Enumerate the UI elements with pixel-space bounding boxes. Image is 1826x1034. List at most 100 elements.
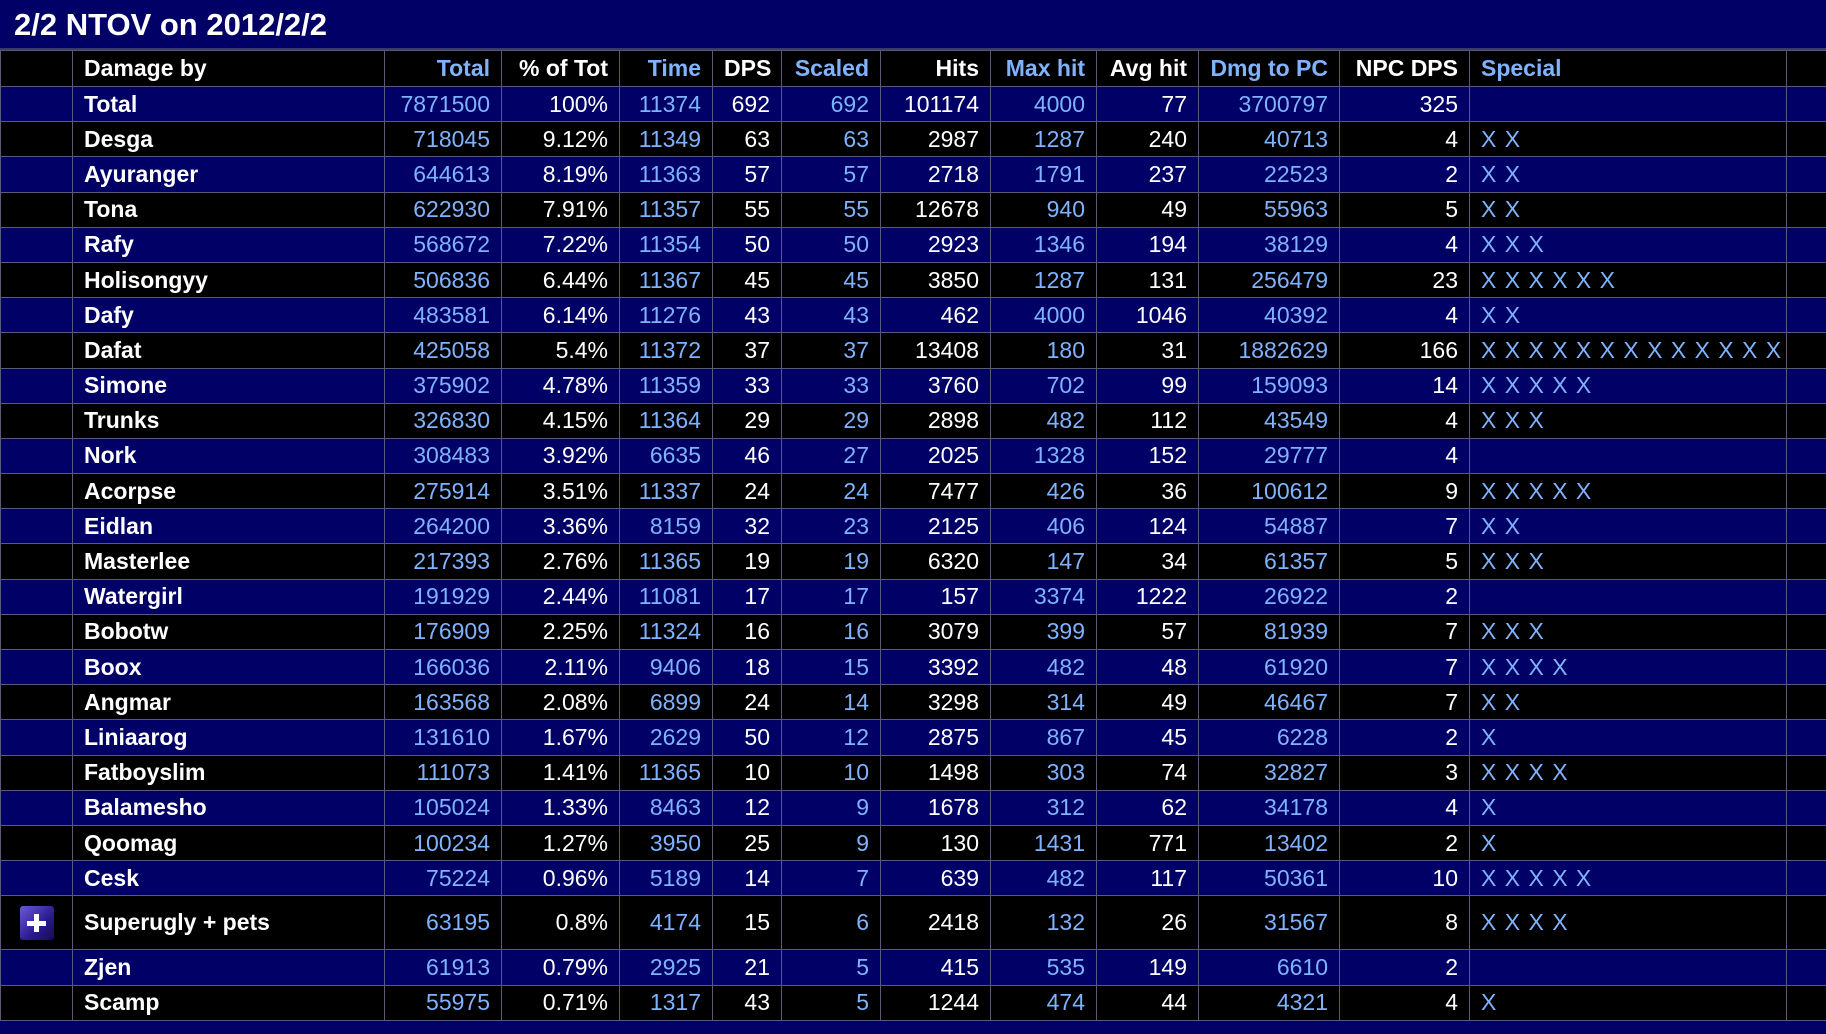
cell-time[interactable]: 11357	[619, 191, 713, 228]
cell-dmg-to-pc[interactable]: 3700797	[1198, 85, 1340, 123]
cell-scaled[interactable]: 63	[781, 121, 881, 158]
cell-time[interactable]: 11365	[619, 543, 713, 580]
cell-dmg-to-pc[interactable]: 61357	[1198, 543, 1340, 580]
cell-time[interactable]: 11276	[619, 297, 713, 334]
cell-max-hit[interactable]: 474	[990, 984, 1097, 1021]
cell-scaled[interactable]: 692	[781, 85, 881, 123]
cell-max-hit[interactable]: 4000	[990, 85, 1097, 123]
cell-total[interactable]: 163568	[384, 684, 502, 721]
cell-time[interactable]: 11372	[619, 332, 713, 369]
cell-special[interactable]: X	[1469, 824, 1787, 862]
cell-time[interactable]: 8159	[619, 508, 713, 545]
cell-special[interactable]: X X X	[1469, 226, 1787, 263]
cell-special[interactable]	[1469, 85, 1787, 123]
cell-max-hit[interactable]: 482	[990, 402, 1097, 439]
cell-total[interactable]: 131610	[384, 719, 502, 756]
cell-total[interactable]: 111073	[384, 754, 502, 791]
cell-special[interactable]: X X	[1469, 156, 1787, 193]
cell-total[interactable]: 622930	[384, 191, 502, 228]
cell-dmg-to-pc[interactable]: 29777	[1198, 437, 1340, 475]
cell-time[interactable]: 11363	[619, 156, 713, 193]
cell-time[interactable]: 11359	[619, 367, 713, 404]
cell-special[interactable]: X X	[1469, 297, 1787, 334]
cell-max-hit[interactable]: 1328	[990, 437, 1097, 475]
cell-max-hit[interactable]: 132	[990, 895, 1097, 951]
cell-max-hit[interactable]: 4000	[990, 297, 1097, 334]
cell-max-hit[interactable]: 303	[990, 754, 1097, 791]
cell-total[interactable]: 326830	[384, 402, 502, 439]
header-max-hit[interactable]: Max hit	[990, 50, 1097, 87]
cell-scaled[interactable]: 43	[781, 297, 881, 334]
row-expand-cell[interactable]	[0, 895, 73, 951]
cell-total[interactable]: 264200	[384, 508, 502, 545]
cell-dmg-to-pc[interactable]: 54887	[1198, 508, 1340, 545]
cell-total[interactable]: 568672	[384, 226, 502, 263]
cell-scaled[interactable]: 33	[781, 367, 881, 404]
cell-dmg-to-pc[interactable]: 1882629	[1198, 332, 1340, 369]
plus-expand-icon[interactable]	[19, 905, 54, 940]
cell-time[interactable]: 5189	[619, 860, 713, 897]
cell-max-hit[interactable]: 426	[990, 473, 1097, 510]
cell-max-hit[interactable]: 3374	[990, 578, 1097, 615]
cell-time[interactable]: 11349	[619, 121, 713, 158]
cell-scaled[interactable]: 16	[781, 613, 881, 651]
cell-dmg-to-pc[interactable]: 81939	[1198, 613, 1340, 651]
cell-dmg-to-pc[interactable]: 43549	[1198, 402, 1340, 439]
cell-time[interactable]: 11364	[619, 402, 713, 439]
header-time[interactable]: Time	[619, 50, 713, 87]
cell-total[interactable]: 217393	[384, 543, 502, 580]
cell-special[interactable]: X	[1469, 789, 1787, 826]
cell-dmg-to-pc[interactable]: 32827	[1198, 754, 1340, 791]
cell-time[interactable]: 11354	[619, 226, 713, 263]
header-special[interactable]: Special	[1469, 50, 1787, 87]
cell-special[interactable]: X X X X X	[1469, 860, 1787, 897]
cell-total[interactable]: 483581	[384, 297, 502, 334]
cell-dmg-to-pc[interactable]: 26922	[1198, 578, 1340, 615]
cell-time[interactable]: 11374	[619, 85, 713, 123]
cell-scaled[interactable]: 37	[781, 332, 881, 369]
cell-max-hit[interactable]: 1431	[990, 824, 1097, 862]
cell-scaled[interactable]: 9	[781, 824, 881, 862]
cell-dmg-to-pc[interactable]: 34178	[1198, 789, 1340, 826]
cell-scaled[interactable]: 12	[781, 719, 881, 756]
cell-total[interactable]: 506836	[384, 261, 502, 299]
cell-time[interactable]: 6635	[619, 437, 713, 475]
cell-dmg-to-pc[interactable]: 159093	[1198, 367, 1340, 404]
cell-time[interactable]: 2629	[619, 719, 713, 756]
cell-total[interactable]: 425058	[384, 332, 502, 369]
cell-max-hit[interactable]: 312	[990, 789, 1097, 826]
cell-special[interactable]: X X X	[1469, 613, 1787, 651]
cell-dmg-to-pc[interactable]: 256479	[1198, 261, 1340, 299]
cell-time[interactable]: 6899	[619, 684, 713, 721]
cell-special[interactable]: X X X	[1469, 543, 1787, 580]
cell-special[interactable]	[1469, 949, 1787, 986]
cell-time[interactable]: 9406	[619, 648, 713, 686]
cell-special[interactable]: X X X X	[1469, 648, 1787, 686]
cell-total[interactable]: 308483	[384, 437, 502, 475]
cell-scaled[interactable]: 9	[781, 789, 881, 826]
cell-scaled[interactable]: 57	[781, 156, 881, 193]
cell-scaled[interactable]: 50	[781, 226, 881, 263]
cell-total[interactable]: 176909	[384, 613, 502, 651]
cell-scaled[interactable]: 15	[781, 648, 881, 686]
cell-special[interactable]: X X	[1469, 508, 1787, 545]
cell-dmg-to-pc[interactable]: 6610	[1198, 949, 1340, 986]
cell-total[interactable]: 191929	[384, 578, 502, 615]
cell-special[interactable]	[1469, 437, 1787, 475]
cell-special[interactable]: X X X X X	[1469, 473, 1787, 510]
cell-special[interactable]: X	[1469, 984, 1787, 1021]
cell-dmg-to-pc[interactable]: 55963	[1198, 191, 1340, 228]
cell-special[interactable]: X	[1469, 719, 1787, 756]
cell-scaled[interactable]: 5	[781, 949, 881, 986]
cell-dmg-to-pc[interactable]: 13402	[1198, 824, 1340, 862]
cell-total[interactable]: 718045	[384, 121, 502, 158]
cell-scaled[interactable]: 6	[781, 895, 881, 951]
cell-time[interactable]: 11081	[619, 578, 713, 615]
cell-total[interactable]: 63195	[384, 895, 502, 951]
cell-scaled[interactable]: 23	[781, 508, 881, 545]
cell-scaled[interactable]: 17	[781, 578, 881, 615]
cell-dmg-to-pc[interactable]: 6228	[1198, 719, 1340, 756]
cell-max-hit[interactable]: 482	[990, 648, 1097, 686]
cell-max-hit[interactable]: 1791	[990, 156, 1097, 193]
cell-scaled[interactable]: 7	[781, 860, 881, 897]
